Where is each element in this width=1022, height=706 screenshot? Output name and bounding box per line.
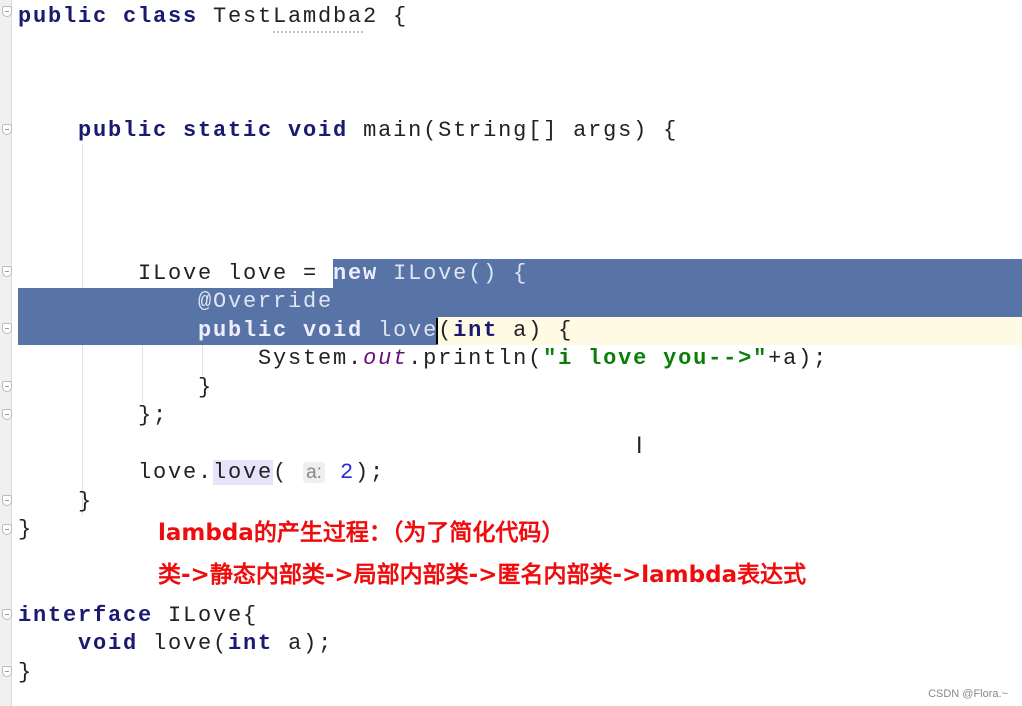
code-token: ( [273, 460, 304, 485]
code-token: love. [18, 460, 214, 485]
code-token: main(String[] args) { [363, 118, 679, 143]
code-token: ); [354, 460, 385, 485]
fold-icon[interactable] [2, 609, 12, 620]
code-line[interactable]: } [18, 488, 828, 517]
fold-icon[interactable] [2, 6, 12, 17]
code-token: } [18, 659, 34, 685]
code-token: ILove love = [18, 260, 334, 286]
code-token: a); [273, 631, 334, 656]
code-token: } [18, 488, 94, 514]
fold-icon[interactable] [2, 524, 12, 535]
fold-icon[interactable] [2, 124, 12, 135]
code-token: love( [153, 631, 229, 656]
code-token: ( [438, 317, 454, 343]
code-line[interactable]: ILove love = new ILove() { [18, 260, 828, 289]
fold-icon[interactable] [2, 495, 12, 506]
code-token: out [363, 346, 409, 371]
code-line[interactable]: } [18, 659, 828, 688]
fold-icon[interactable] [2, 381, 12, 392]
code-line[interactable]: } [18, 374, 828, 403]
fold-icon[interactable] [2, 266, 12, 277]
code-line[interactable] [18, 203, 828, 232]
code-line[interactable] [18, 174, 828, 203]
code-token: TestLamdba2 { [213, 4, 409, 29]
code-line[interactable]: public static void main(String[] args) { [18, 117, 828, 146]
fold-icon[interactable] [2, 666, 12, 677]
code-token: void [18, 631, 154, 656]
code-line[interactable]: System.out.println("i love you-->"+a); [18, 345, 828, 374]
code-line[interactable] [18, 146, 828, 175]
code-line[interactable] [18, 431, 828, 460]
code-line[interactable] [18, 89, 828, 118]
code-token: public void [18, 317, 379, 343]
watermark: CSDN @Flora.~ [928, 688, 1008, 700]
code-token: .println( [408, 346, 544, 371]
code-token: "i love you-->" [543, 346, 769, 371]
code-token: 2 [339, 460, 355, 485]
code-line[interactable]: public void love(int a) { [18, 317, 828, 346]
code-token: ILove{ [168, 602, 259, 628]
code-line[interactable]: love.love( a: 2); [18, 459, 828, 488]
code-token: a) { [498, 317, 574, 343]
code-token: int [453, 317, 499, 343]
code-token: public class [18, 4, 214, 29]
editor-gutter [0, 0, 12, 706]
code-line[interactable] [18, 32, 828, 61]
code-line[interactable] [18, 60, 828, 89]
code-token: love [213, 460, 274, 485]
code-token: +a); [768, 346, 829, 371]
code-token: public static void [18, 118, 364, 143]
code-line[interactable]: void love(int a); [18, 630, 828, 659]
ibeam-cursor-icon: I [636, 434, 643, 459]
text-caret [436, 318, 438, 344]
code-line[interactable]: public class TestLamdba2 { [18, 3, 828, 32]
fold-icon[interactable] [2, 323, 12, 334]
code-token: }; [18, 403, 169, 428]
code-line[interactable]: }; [18, 402, 828, 431]
annotation-line-2: 类->静态内部类->局部内部类->匿名内部类->lambda表达式 [158, 562, 807, 588]
code-token: System. [18, 346, 364, 371]
code-token: love [378, 317, 439, 343]
code-line[interactable]: @Override [18, 288, 828, 317]
annotation-line-1: lambda的产生过程：（为了简化代码） [158, 520, 565, 546]
code-line[interactable] [18, 231, 828, 260]
code-token: @Override [18, 289, 334, 314]
code-token: } [18, 517, 34, 542]
code-token: int [228, 631, 274, 656]
code-line[interactable]: interface ILove{ [18, 602, 828, 631]
code-token: new [333, 260, 379, 286]
code-token: ILove() { [378, 260, 529, 286]
code-token: interface [18, 602, 169, 628]
fold-icon[interactable] [2, 409, 12, 420]
code-token: } [18, 374, 214, 400]
parameter-hint: a: [303, 462, 325, 483]
